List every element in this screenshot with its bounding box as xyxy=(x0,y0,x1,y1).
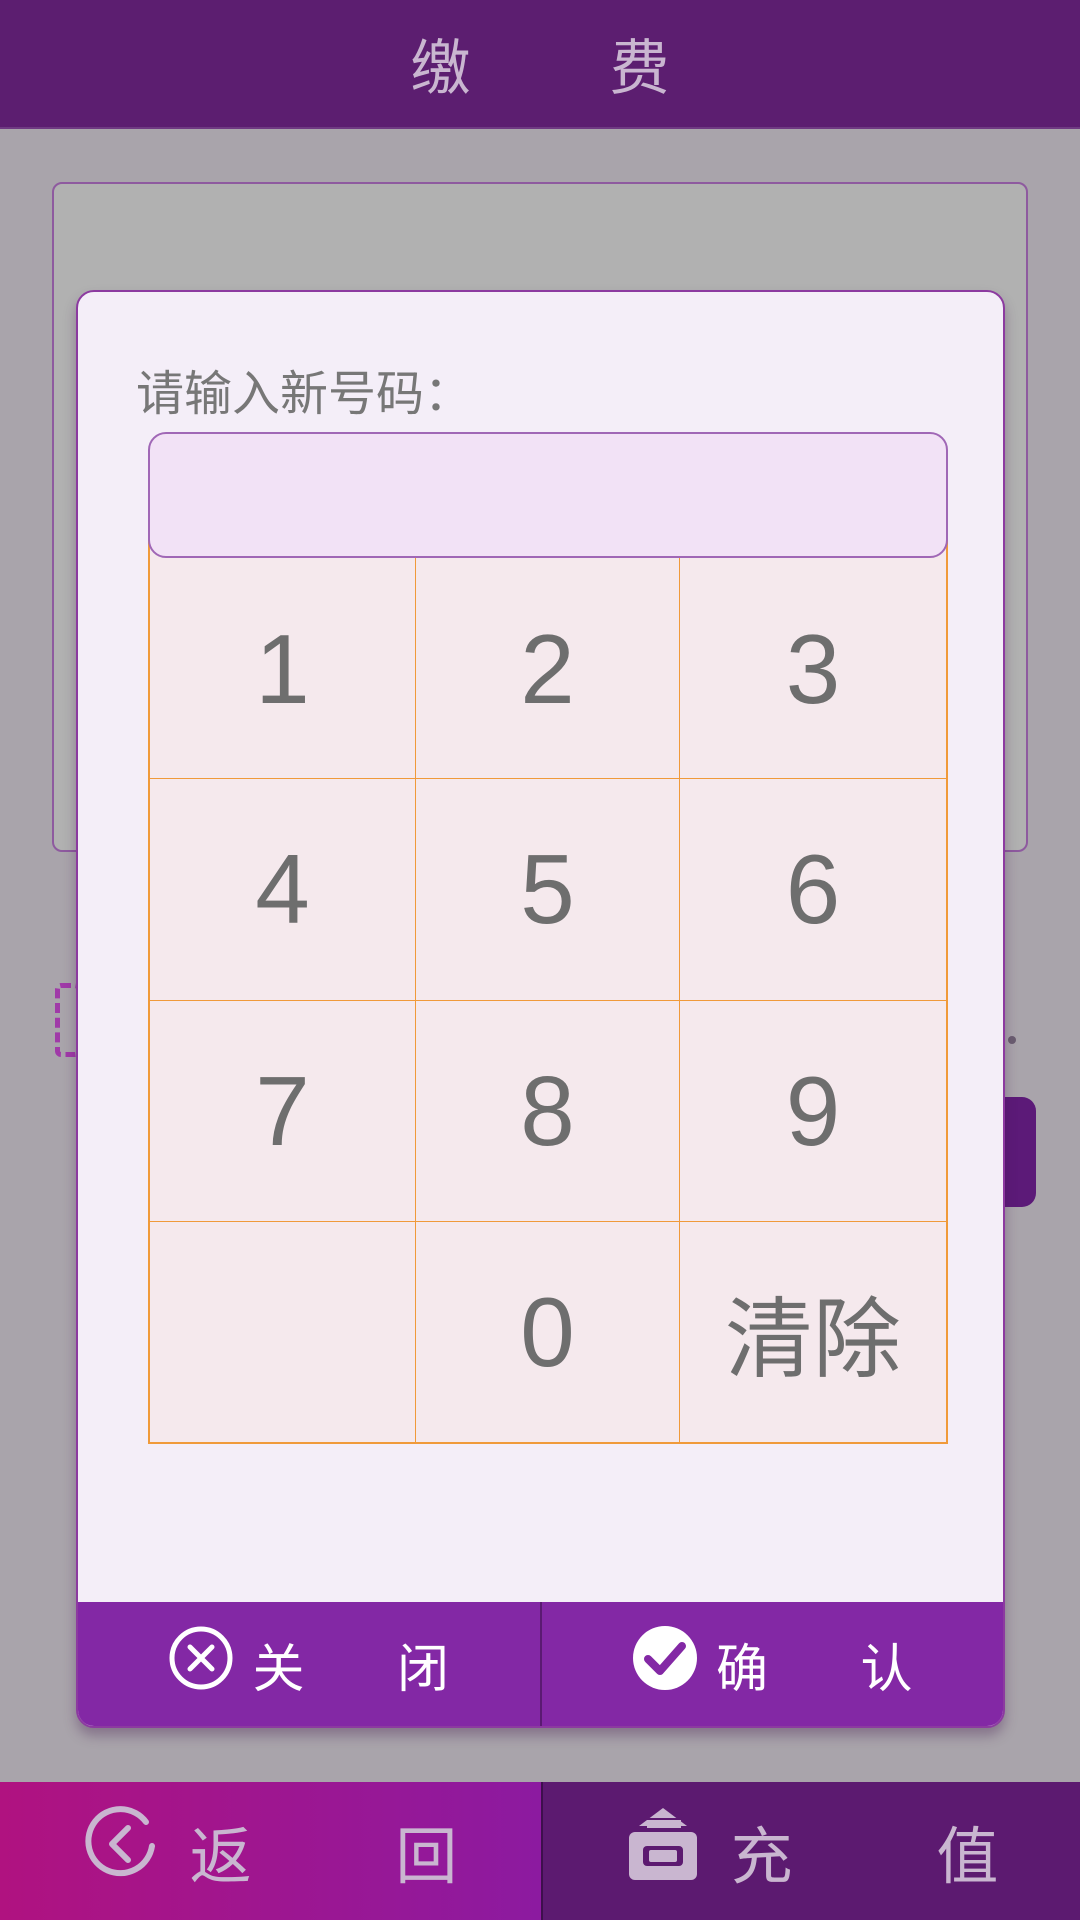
key-6[interactable]: 6 xyxy=(680,779,946,1001)
key-1[interactable]: 1 xyxy=(150,542,416,779)
page-title: 缴 费 xyxy=(410,34,730,104)
numeric-keypad: 1 2 3 4 5 6 7 8 9 0 清除 xyxy=(148,540,948,1444)
dialog-footer: 关 闭 确 认 xyxy=(78,1602,1003,1726)
key-9[interactable]: 9 xyxy=(680,1001,946,1222)
recharge-button[interactable]: 充 值 xyxy=(541,1782,1080,1920)
close-label: 关 闭 xyxy=(252,1639,488,1700)
key-blank xyxy=(150,1222,416,1442)
close-button[interactable]: 关 闭 xyxy=(78,1602,540,1726)
key-5[interactable]: 5 xyxy=(416,779,680,1001)
key-clear[interactable]: 清除 xyxy=(680,1222,946,1442)
key-8[interactable]: 8 xyxy=(416,1001,680,1222)
circle-x-icon xyxy=(168,1625,234,1704)
bottom-bar: 返 回 充 值 xyxy=(0,1782,1080,1920)
confirm-label: 确 认 xyxy=(715,1639,951,1700)
phone-number-field[interactable] xyxy=(148,432,948,558)
background-tab xyxy=(1000,1097,1036,1207)
back-button[interactable]: 返 回 xyxy=(0,1782,541,1920)
header-bar: 缴 费 xyxy=(0,0,1080,129)
key-2[interactable]: 2 xyxy=(416,542,680,779)
check-circle-icon xyxy=(632,1625,698,1704)
dialog-prompt: 请输入新号码： xyxy=(136,366,473,422)
background-dot xyxy=(1008,1036,1016,1044)
number-input-dialog: 请输入新号码： 1 2 3 4 5 6 7 8 9 0 清除 关 闭 确 认 xyxy=(76,290,1005,1728)
recharge-label: 充 值 xyxy=(730,1820,1061,1893)
key-4[interactable]: 4 xyxy=(150,779,416,1001)
key-3[interactable]: 3 xyxy=(680,542,946,779)
key-7[interactable]: 7 xyxy=(150,1001,416,1222)
confirm-button[interactable]: 确 认 xyxy=(539,1602,1004,1726)
back-label: 返 回 xyxy=(189,1820,520,1893)
card-reader-icon xyxy=(625,1804,701,1899)
key-0[interactable]: 0 xyxy=(416,1222,680,1442)
circle-chevron-left-icon xyxy=(84,1805,160,1897)
